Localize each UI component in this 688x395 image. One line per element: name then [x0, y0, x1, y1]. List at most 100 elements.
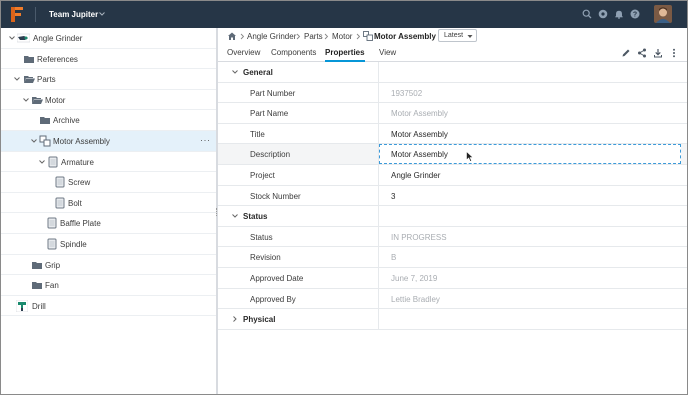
- property-row-title[interactable]: Title Motor Assembly: [218, 123, 687, 145]
- help-circle-icon[interactable]: [598, 9, 608, 19]
- property-value[interactable]: Angle Grinder: [391, 171, 440, 180]
- property-value: Motor Assembly: [391, 109, 448, 119]
- more-options-icon[interactable]: ···: [200, 135, 211, 145]
- tree-item-label: Angle Grinder: [33, 34, 83, 43]
- column-divider: [378, 62, 379, 83]
- assembly-icon: [363, 31, 373, 41]
- property-row-stock-number[interactable]: Stock Number 3: [218, 185, 687, 207]
- tree-item-baffle-plate[interactable]: Baffle Plate: [1, 213, 216, 234]
- chevron-down-icon[interactable]: [30, 137, 38, 145]
- breadcrumb-item-motor[interactable]: Motor: [332, 32, 352, 41]
- tab-bar: Overview Components Properties View: [218, 45, 687, 62]
- tree-item-label: Fan: [45, 281, 59, 291]
- tree-item-parts[interactable]: Parts: [1, 69, 216, 90]
- property-key: Status: [250, 232, 273, 242]
- share-icon[interactable]: [637, 48, 647, 58]
- folder-icon: [40, 117, 50, 125]
- property-row-status: Status IN PROGRESS: [218, 226, 687, 248]
- property-value[interactable]: Motor Assembly: [391, 130, 448, 139]
- description-field[interactable]: Motor Assembly: [379, 144, 681, 165]
- tree-item-label: Spindle: [60, 240, 87, 249]
- property-key: Revision: [250, 253, 281, 263]
- tree-item-references[interactable]: References: [1, 49, 216, 70]
- tree-item-motor-assembly[interactable]: Motor Assembly ···: [1, 131, 216, 152]
- tree-item-spindle[interactable]: Spindle: [1, 234, 216, 255]
- tree-item-drill[interactable]: Drill: [1, 296, 216, 317]
- tab-view[interactable]: View: [379, 48, 396, 62]
- property-key: Stock Number: [250, 191, 301, 201]
- property-row-project[interactable]: Project Angle Grinder: [218, 165, 687, 186]
- breadcrumb-item-motor-assembly: Motor Assembly: [374, 32, 436, 41]
- column-divider: [378, 288, 379, 310]
- property-row-description[interactable]: Description Motor Assembly: [218, 144, 687, 165]
- property-value[interactable]: 3: [391, 192, 395, 201]
- download-icon[interactable]: [653, 48, 663, 58]
- section-label: General: [243, 68, 273, 77]
- folder-icon: [32, 282, 42, 290]
- user-avatar[interactable]: [654, 5, 672, 23]
- tree-item-label: Motor: [45, 95, 66, 105]
- tree-item-screw[interactable]: Screw: [1, 172, 216, 193]
- file-tree-panel: Angle Grinder References Parts Motor Arc…: [1, 28, 216, 394]
- tree-item-archive[interactable]: Archive: [1, 110, 216, 131]
- search-icon[interactable]: [582, 9, 592, 19]
- tab-overview[interactable]: Overview: [227, 48, 260, 62]
- chevron-down-icon[interactable]: [231, 68, 239, 76]
- version-dropdown[interactable]: Latest: [438, 29, 477, 42]
- breadcrumb: Angle Grinder Parts Motor Motor Assembly…: [218, 28, 687, 45]
- chevron-down-icon[interactable]: [8, 34, 16, 42]
- folder-icon: [24, 55, 34, 63]
- chevron-down-icon[interactable]: [13, 75, 21, 83]
- column-divider: [378, 123, 379, 145]
- tree-item-grip[interactable]: Grip: [1, 255, 216, 276]
- chevron-right-icon: [240, 33, 245, 40]
- tree-item-label: Motor Assembly: [53, 137, 110, 146]
- tab-components[interactable]: Components: [271, 48, 316, 62]
- main-panel: Angle Grinder Parts Motor Motor Assembly…: [218, 28, 687, 394]
- team-name[interactable]: Team Jupiter: [49, 10, 98, 19]
- topbar-divider: [35, 7, 36, 22]
- fusion-logo-icon[interactable]: [10, 6, 24, 23]
- property-key: Approved Date: [250, 274, 304, 283]
- column-divider: [378, 309, 379, 330]
- chevron-down-icon[interactable]: [38, 158, 46, 166]
- property-value: 1937502: [391, 88, 423, 98]
- home-icon[interactable]: [227, 31, 237, 41]
- breadcrumb-item-parts[interactable]: Parts: [304, 32, 323, 41]
- property-key: Title: [250, 129, 265, 139]
- chevron-down-icon[interactable]: [22, 96, 30, 104]
- tree-item-label: Baffle Plate: [60, 219, 101, 229]
- property-key: Approved By: [250, 294, 296, 304]
- tree-item-label: Drill: [32, 301, 46, 311]
- column-divider: [378, 268, 379, 289]
- tree-item-label: Archive: [53, 116, 80, 126]
- tree-item-label: References: [37, 54, 78, 64]
- section-physical[interactable]: Physical: [218, 309, 687, 330]
- more-vertical-icon[interactable]: [669, 48, 679, 58]
- question-icon[interactable]: ?: [630, 9, 640, 19]
- tree-item-angle-grinder[interactable]: Angle Grinder: [1, 28, 216, 49]
- column-divider: [378, 165, 379, 186]
- chevron-right-icon: [356, 33, 361, 40]
- breadcrumb-item-angle-grinder[interactable]: Angle Grinder: [247, 32, 296, 41]
- column-divider: [378, 206, 379, 227]
- component-icon: [55, 197, 65, 209]
- folder-icon: [32, 261, 42, 269]
- tree-item-fan[interactable]: Fan: [1, 275, 216, 296]
- chevron-right-icon[interactable]: [231, 315, 239, 323]
- tab-properties[interactable]: Properties: [325, 48, 365, 62]
- caret-down-icon: [467, 35, 473, 38]
- edit-icon[interactable]: [621, 48, 631, 58]
- tree-item-armature[interactable]: Armature: [1, 152, 216, 173]
- section-status[interactable]: Status: [218, 206, 687, 227]
- section-general[interactable]: General: [218, 62, 687, 83]
- property-value: June 7, 2019: [391, 274, 438, 283]
- chevron-down-icon[interactable]: [231, 212, 239, 220]
- tree-item-bolt[interactable]: Bolt: [1, 193, 216, 214]
- bell-icon[interactable]: [614, 9, 624, 19]
- properties-table: General Part Number 1937502 Part Name Mo…: [218, 62, 687, 362]
- tree-item-label: Parts: [37, 75, 56, 85]
- description-value: Motor Assembly: [391, 150, 448, 160]
- tree-item-motor[interactable]: Motor: [1, 90, 216, 111]
- chevron-down-icon[interactable]: [98, 10, 106, 18]
